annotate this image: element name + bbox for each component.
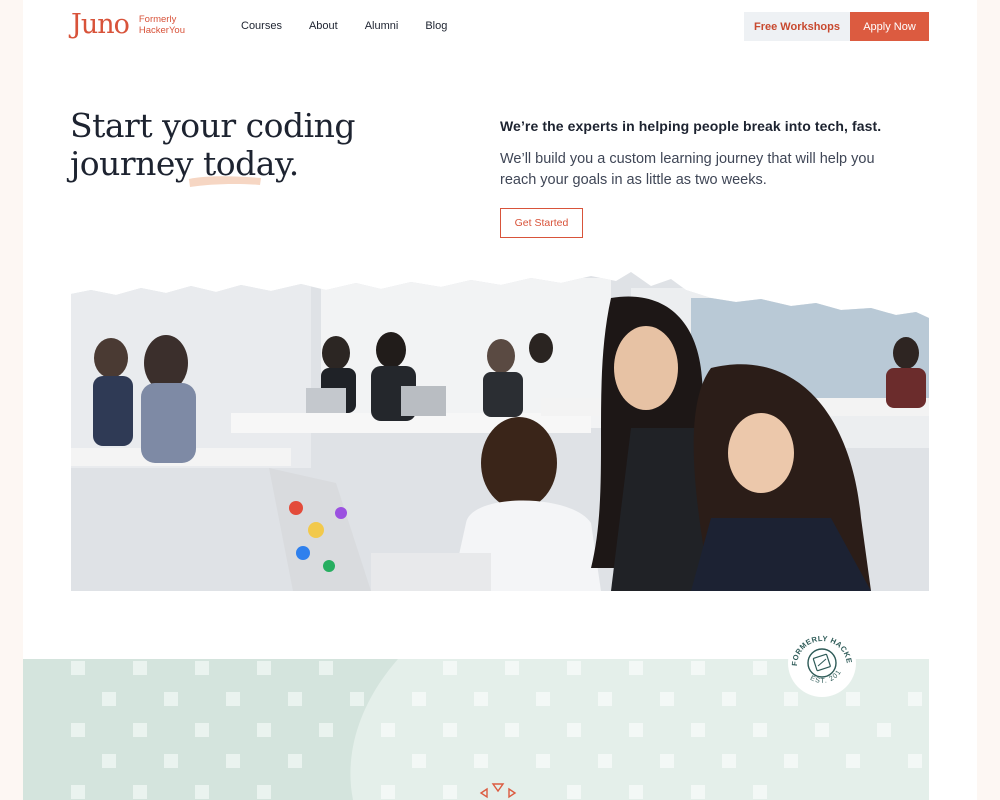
students-photo: [71, 272, 929, 591]
nav-about[interactable]: About: [309, 19, 338, 33]
nav-alumni[interactable]: Alumni: [365, 19, 399, 33]
hero-body: We’ll build you a custom learning journe…: [500, 151, 875, 188]
main-nav: Courses About Alumni Blog: [241, 19, 474, 33]
logo-wordmark: Juno: [71, 9, 130, 40]
hero-title: Start your coding journey today.: [70, 106, 356, 183]
get-started-button[interactable]: Get Started: [500, 208, 583, 238]
logo-formerly-hackeryou: Formerly HackerYou: [138, 14, 185, 36]
hero-lead: We’re the experts in helping people brea…: [500, 118, 882, 134]
apply-now-button[interactable]: Apply Now: [850, 12, 929, 41]
nav-courses[interactable]: Courses: [241, 19, 282, 33]
free-workshops-button[interactable]: Free Workshops: [744, 12, 850, 41]
nav-blog[interactable]: Blog: [425, 19, 447, 33]
page: Juno Formerly HackerYou Courses About Al…: [23, 0, 977, 800]
juno-logo[interactable]: Juno Formerly HackerYou: [71, 11, 199, 39]
triangles-icon: [479, 783, 517, 799]
formerly-hackeryou-badge: FORMERLY HACKERYOU EST. 2012: [787, 628, 856, 697]
